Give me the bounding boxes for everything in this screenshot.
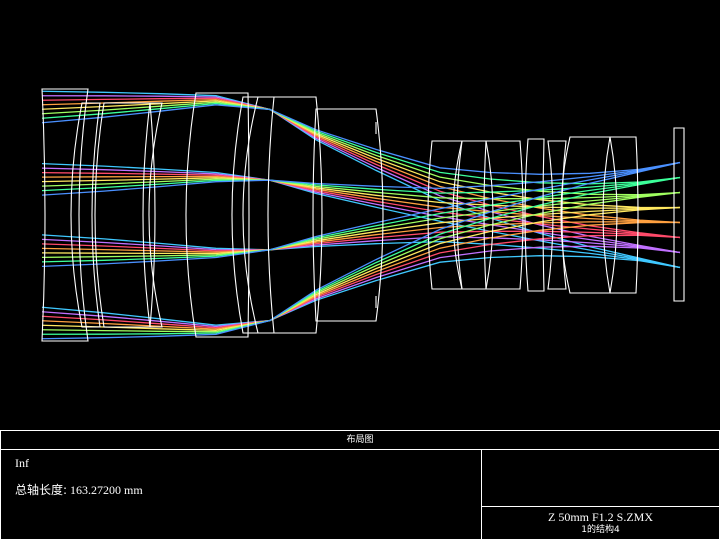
lens-element	[547, 140, 567, 290]
image-plane	[673, 127, 685, 302]
title-block: 布局图 Inf 总轴长度: 163.27200 mm Z 50mm F1.2 S…	[0, 430, 720, 540]
units-text: Inf	[15, 456, 29, 470]
plot-title: 布局图	[1, 431, 719, 450]
info-left-panel: Inf 总轴长度: 163.27200 mm	[1, 450, 482, 539]
info-right-file-cell: Z 50mm F1.2 S.ZMX 1的结构4	[482, 507, 719, 539]
configuration-label: 1的结构4	[581, 525, 620, 535]
lens-layout-diagram	[41, 88, 685, 342]
lens-element	[41, 88, 89, 342]
lens-element	[70, 102, 101, 328]
total-axis-length: 总轴长度: 163.27200 mm	[15, 481, 143, 498]
lens-element	[602, 136, 639, 294]
info-right-empty-cell	[482, 450, 719, 507]
axis-length-value: 163.27200 mm	[70, 483, 143, 497]
lens-element	[185, 92, 250, 338]
ray-path	[41, 255, 681, 326]
ray-traces	[41, 90, 681, 340]
file-name: Z 50mm F1.2 S.ZMX	[547, 510, 653, 524]
lens-element	[231, 96, 275, 334]
ray-path	[41, 104, 681, 175]
axis-length-label: 总轴长度:	[15, 483, 68, 497]
ray-path	[41, 102, 681, 185]
ray-path	[41, 245, 681, 328]
